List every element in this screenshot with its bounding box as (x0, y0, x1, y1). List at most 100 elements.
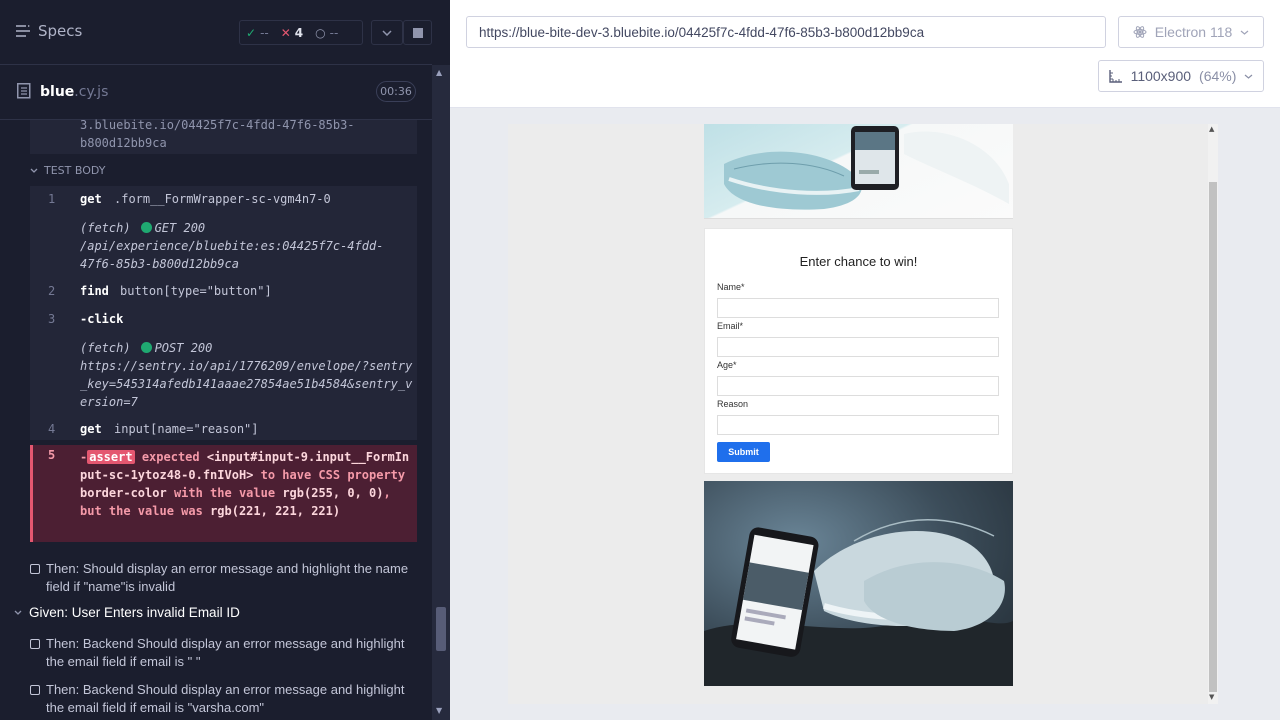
command-number: 4 (48, 422, 56, 436)
test-body-toggle[interactable]: TEST BODY (30, 164, 105, 177)
fetch-row[interactable]: (fetch) GET 200 /api/experience/bluebite:… (80, 219, 415, 273)
chevron-down-icon (14, 610, 22, 615)
command-arg: .form__FormWrapper-sc-vgm4n7-0 (114, 192, 331, 206)
command-arg: input[name="reason"] (114, 422, 259, 436)
sneaker-product-image (704, 481, 1013, 686)
chevron-down-icon (30, 168, 38, 173)
chevron-down-icon (1240, 30, 1249, 35)
x-icon: ✕ (280, 25, 291, 40)
scroll-down-icon[interactable]: ▼ (1209, 693, 1214, 701)
command-name: find (80, 284, 109, 298)
viewport-selector[interactable]: 1100x900 (64%) (1098, 60, 1264, 92)
command-number: 5 (48, 448, 56, 462)
test-title: Then: Backend Should display an error me… (46, 636, 405, 669)
command-name: get (80, 422, 102, 436)
sneaker-phone-illustration (724, 126, 1009, 210)
reason-label: Reason (717, 399, 749, 409)
failed-stat: ✕ 4 (275, 26, 309, 40)
test-title: Then: Backend Should display an error me… (46, 682, 405, 715)
test-title: Then: Should display an error message an… (46, 561, 409, 594)
name-input[interactable] (717, 298, 999, 318)
viewport-size: 1100x900 (1130, 68, 1192, 84)
assert-text: with the value (173, 486, 276, 500)
age-input[interactable] (717, 376, 999, 396)
specs-button[interactable]: Specs (16, 22, 82, 40)
previous-url-line: b800d12bb9ca (80, 136, 167, 150)
electron-icon (1133, 26, 1147, 38)
pending-stat: ○ -- (309, 26, 344, 40)
fetch-row[interactable]: (fetch) POST 200 https://sentry.io/api/17… (80, 339, 415, 411)
check-icon: ✓ (246, 25, 257, 40)
name-label: Name* (717, 282, 745, 292)
fetch-prefix: (fetch) (80, 341, 131, 355)
sneaker-rock-illustration (704, 519, 1013, 686)
browser-selector[interactable]: Electron 118 (1118, 16, 1264, 48)
aut-scrollbar-thumb[interactable] (1209, 182, 1217, 692)
file-name-text: blue (40, 84, 75, 100)
command-arg: button[type="button"] (120, 284, 272, 298)
chevron-down-icon (382, 29, 392, 36)
assert-message: - assert expected <input#input-9.input__F… (80, 448, 415, 520)
command-number: 2 (48, 284, 56, 298)
specs-label: Specs (38, 22, 83, 40)
suite-title: Given: User Enters invalid Email ID (29, 605, 240, 620)
email-label: Email* (717, 321, 744, 331)
test-item[interactable]: Then: Backend Should display an error me… (30, 635, 420, 671)
pending-count: -- (329, 25, 339, 40)
fetch-prefix: (fetch) (80, 221, 131, 235)
reason-input[interactable] (717, 415, 999, 435)
ruler-icon (1108, 70, 1122, 83)
scroll-up-icon[interactable]: ▲ (436, 68, 442, 77)
spec-file-name[interactable]: blue.cy.js (40, 84, 108, 100)
assert-actual-value: rgb(221, 221, 221) (210, 504, 341, 518)
test-item[interactable]: Then: Backend Should display an error me… (30, 681, 420, 717)
passed-count: -- (260, 25, 269, 40)
form-title: Enter chance to win! (799, 254, 918, 269)
fetch-url: https://sentry.io/api/1776209/envelope/?… (80, 359, 413, 409)
assert-property: border-color (80, 486, 167, 500)
test-body-label: TEST BODY (44, 164, 106, 177)
scroll-up-icon[interactable]: ▲ (1209, 125, 1214, 133)
email-input[interactable] (717, 337, 999, 357)
scroll-down-icon[interactable]: ▼ (436, 706, 442, 715)
fetch-method: POST 200 (154, 341, 213, 355)
stop-button[interactable] (403, 20, 432, 45)
failed-count: 4 (294, 25, 304, 40)
dropdown-button[interactable] (371, 20, 403, 45)
age-label: Age* (717, 360, 737, 370)
fetch-method: GET 200 (154, 221, 206, 235)
passed-stat: ✓ -- (240, 26, 275, 40)
submit-button[interactable]: Submit (717, 442, 770, 462)
assert-text: expected (141, 450, 200, 464)
pending-icon: ○ (315, 25, 326, 40)
chevron-down-icon (1245, 74, 1253, 79)
checkbox-icon (30, 685, 40, 695)
assert-expected-value: rgb(255, 0, 0) (282, 486, 384, 500)
assert-text: to have CSS property (260, 468, 406, 482)
url-bar[interactable]: https://blue-bite-dev-3.bluebite.io/0442… (466, 16, 1106, 48)
command-number: 3 (48, 312, 56, 326)
status-dot-icon (140, 222, 152, 233)
command-name: -click (80, 312, 124, 326)
previous-url: 3.bluebite.io/04425f7c-4fdd-47f6-85b3- b… (80, 116, 355, 152)
viewport-scale: (64%) (1199, 68, 1237, 84)
command-number: 1 (48, 192, 56, 206)
test-item[interactable]: Then: Should display an error message an… (30, 560, 420, 596)
scrollbar-thumb[interactable] (436, 607, 446, 651)
fetch-url: /api/experience/bluebite:es:04425f7c-4fd… (80, 239, 384, 271)
stats-panel: ✓ -- ✕ 4 ○ -- (239, 20, 363, 45)
command-name: get (80, 192, 102, 206)
assert-tag: assert (87, 450, 135, 464)
list-icon (16, 25, 30, 37)
browser-label: Electron 118 (1154, 24, 1233, 40)
file-ext: .cy.js (74, 84, 109, 100)
status-dot-icon (140, 342, 152, 353)
sneaker-banner-image (704, 124, 1013, 219)
checkbox-icon (30, 564, 40, 574)
given-suite[interactable]: Given: User Enters invalid Email ID (14, 605, 240, 620)
checkbox-icon (30, 639, 40, 649)
duration-badge: 00:36 (376, 81, 416, 102)
file-icon (17, 83, 31, 99)
previous-url-line: 3.bluebite.io/04425f7c-4fdd-47f6-85b3- (80, 118, 355, 132)
url-text: https://blue-bite-dev-3.bluebite.io/0442… (479, 24, 925, 40)
